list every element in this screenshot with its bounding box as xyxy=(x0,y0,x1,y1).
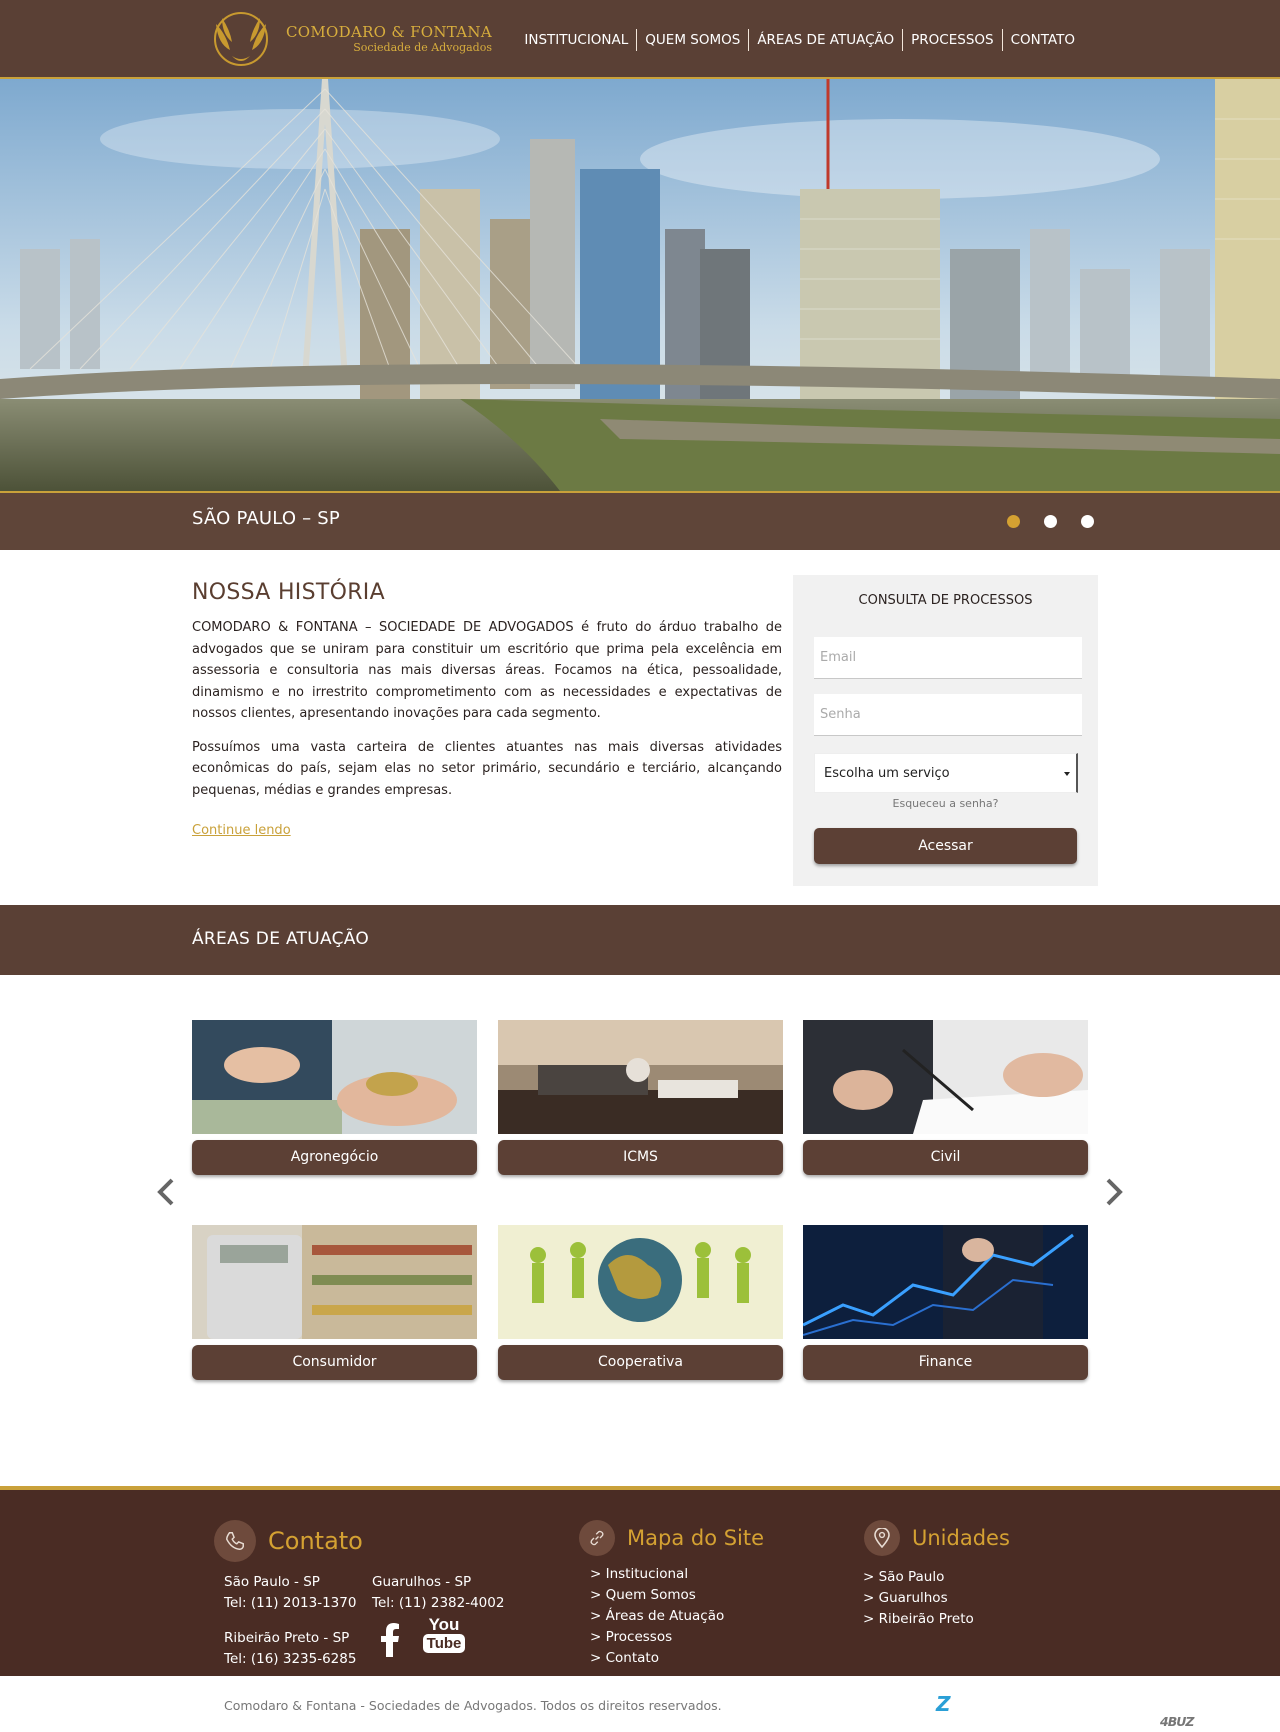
history-paragraph-1: COMODARO & FONTANA – SOCIEDADE DE ADVOGA… xyxy=(192,620,782,721)
areas-title: ÁREAS DE ATUAÇÃO xyxy=(192,929,370,949)
nav-areas-de-atuacao[interactable]: ÁREAS DE ATUAÇÃO xyxy=(748,29,902,51)
hero-caption-bar: SÃO PAULO – SP xyxy=(0,491,1280,550)
footer-unidades-heading: Unidades xyxy=(864,1520,1010,1556)
access-button[interactable]: Acessar xyxy=(814,828,1077,864)
consumidor-image xyxy=(192,1225,477,1339)
site-header: COMODARO & FONTANA Sociedade de Advogado… xyxy=(0,0,1280,79)
unit-ribeirao-preto[interactable]: > Ribeirão Preto xyxy=(863,1609,974,1630)
area-label: Consumidor xyxy=(192,1345,477,1380)
history-paragraph-2: Possuímos uma vasta carteira de clientes… xyxy=(192,739,782,798)
contact-rp-tel[interactable]: Tel: (16) 3235-6285 xyxy=(224,1649,356,1670)
caret-down-icon xyxy=(1064,772,1070,776)
chevron-right-icon[interactable] xyxy=(1103,1177,1125,1207)
footer-unidades-title: Unidades xyxy=(912,1526,1010,1550)
footer-mapa-title: Mapa do Site xyxy=(627,1526,765,1550)
history-title: NOSSA HISTÓRIA xyxy=(192,580,385,605)
process-lookup-panel: CONSULTA DE PROCESSOS Escolha um serviço… xyxy=(793,575,1098,886)
area-label: Agronegócio xyxy=(192,1140,477,1175)
sitemap-institucional[interactable]: > Institucional xyxy=(590,1564,724,1585)
area-card-civil[interactable]: Civil xyxy=(803,1020,1088,1175)
units-list: > São Paulo > Guarulhos > Ribeirão Preto xyxy=(863,1567,974,1630)
cooperativa-image xyxy=(498,1225,783,1339)
nav-institucional[interactable]: INSTITUCIONAL xyxy=(516,29,636,51)
city-skyline-illustration xyxy=(0,79,1280,491)
brand-logo[interactable]: COMODARO & FONTANA Sociedade de Advogado… xyxy=(202,6,492,72)
history-section: NOSSA HISTÓRIA COMODARO & FONTANA – SOCI… xyxy=(192,580,782,838)
slider-dot-2[interactable] xyxy=(1044,515,1057,528)
email-input[interactable] xyxy=(814,637,1082,679)
main-nav: INSTITUCIONAL QUEM SOMOS ÁREAS DE ATUAÇÃ… xyxy=(516,29,1083,51)
area-card-cooperativa[interactable]: Cooperativa xyxy=(498,1225,783,1380)
copyright-text: Comodaro & Fontana - Sociedades de Advog… xyxy=(224,1698,722,1713)
nav-contato[interactable]: CONTATO xyxy=(1001,29,1083,51)
chevron-left-icon[interactable] xyxy=(155,1177,177,1207)
process-lookup-title: CONSULTA DE PROCESSOS xyxy=(858,593,1033,608)
icms-image xyxy=(498,1020,783,1134)
agency-logo[interactable]: 4BUZ Z xyxy=(936,1692,1194,1729)
footer-mapa-heading: Mapa do Site xyxy=(579,1520,764,1556)
phone-icon xyxy=(214,1520,256,1562)
copyright-bar: Comodaro & Fontana - Sociedades de Advog… xyxy=(0,1676,1280,1732)
sitemap-list: > Institucional > Quem Somos > Áreas de … xyxy=(590,1564,724,1669)
civil-image xyxy=(803,1020,1088,1134)
sitemap-areas[interactable]: > Áreas de Atuação xyxy=(590,1606,724,1627)
finance-image xyxy=(803,1225,1088,1339)
footer-contato-heading: Contato xyxy=(214,1520,363,1562)
brand-tagline: Sociedade de Advogados xyxy=(353,41,492,54)
footer-contato-title: Contato xyxy=(268,1527,363,1555)
youtube-bottom: Tube xyxy=(423,1634,465,1653)
contact-rp-city: Ribeirão Preto - SP xyxy=(224,1630,350,1646)
contact-sp-tel[interactable]: Tel: (11) 2013-1370 xyxy=(224,1593,356,1614)
youtube-top: You xyxy=(428,1615,460,1634)
unit-sao-paulo[interactable]: > São Paulo xyxy=(863,1567,974,1588)
service-select-value: Escolha um serviço xyxy=(824,766,950,781)
area-card-icms[interactable]: ICMS xyxy=(498,1020,783,1175)
agronegocio-image xyxy=(192,1020,477,1134)
areas-header: ÁREAS DE ATUAÇÃO xyxy=(0,905,1280,975)
area-label: Finance xyxy=(803,1345,1088,1380)
hero-slide-image xyxy=(0,79,1280,491)
area-label: Civil xyxy=(803,1140,1088,1175)
sitemap-quem-somos[interactable]: > Quem Somos xyxy=(590,1585,724,1606)
sitemap-contato[interactable]: > Contato xyxy=(590,1648,724,1669)
nav-quem-somos[interactable]: QUEM SOMOS xyxy=(636,29,748,51)
forgot-password-link[interactable]: Esqueceu a senha? xyxy=(793,797,1098,810)
agency-logo-a: 4BUZ xyxy=(1160,1714,1194,1729)
continue-reading-link[interactable]: Continue lendo xyxy=(192,823,291,838)
brand-name: COMODARO & FONTANA xyxy=(286,23,492,41)
hero-caption: SÃO PAULO – SP xyxy=(192,508,340,529)
agency-logo-b: Z xyxy=(936,1692,950,1716)
area-card-agronegocio[interactable]: Agronegócio xyxy=(192,1020,477,1175)
slider-dot-3[interactable] xyxy=(1081,515,1094,528)
service-select[interactable]: Escolha um serviço xyxy=(814,753,1078,793)
nav-processos[interactable]: PROCESSOS xyxy=(902,29,1001,51)
area-label: Cooperativa xyxy=(498,1345,783,1380)
link-icon xyxy=(579,1520,615,1556)
area-card-finance[interactable]: Finance xyxy=(803,1225,1088,1380)
youtube-icon[interactable]: You Tube xyxy=(423,1616,465,1653)
sitemap-processos[interactable]: > Processos xyxy=(590,1627,724,1648)
unit-guarulhos[interactable]: > Guarulhos xyxy=(863,1588,974,1609)
area-card-consumidor[interactable]: Consumidor xyxy=(192,1225,477,1380)
area-label: ICMS xyxy=(498,1140,783,1175)
laurel-logo-icon xyxy=(214,12,268,66)
contact-gru-city: Guarulhos - SP xyxy=(372,1574,472,1590)
contact-gru-tel[interactable]: Tel: (11) 2382-4002 xyxy=(372,1593,504,1614)
facebook-icon[interactable] xyxy=(380,1623,400,1657)
contact-sp-city: São Paulo - SP xyxy=(224,1574,320,1590)
map-pin-icon xyxy=(864,1520,900,1556)
password-input[interactable] xyxy=(814,694,1082,736)
slider-dots xyxy=(1007,515,1094,528)
slider-dot-1[interactable] xyxy=(1007,515,1020,528)
